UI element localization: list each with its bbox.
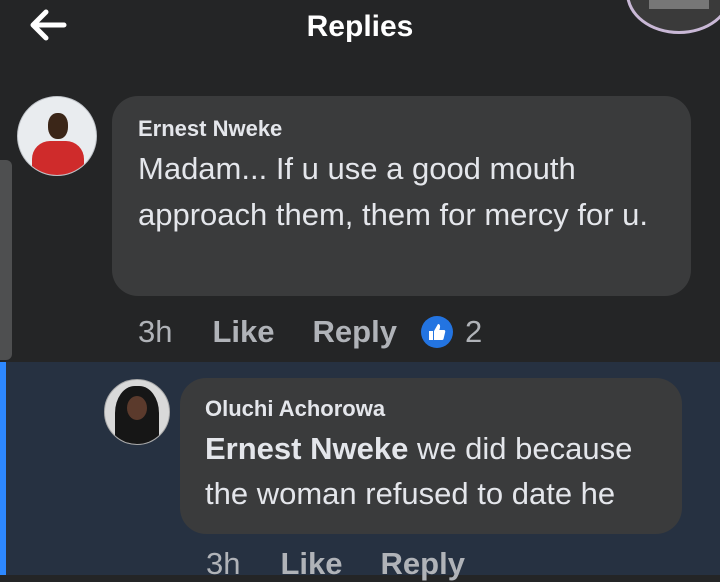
like-button[interactable]: Like [280, 546, 342, 582]
scroll-indicator [0, 160, 12, 360]
top-bar: Replies [0, 0, 720, 62]
like-button[interactable]: Like [212, 314, 274, 350]
page-title: Replies [306, 10, 414, 43]
comment-bubble[interactable]: Ernest Nweke Madam... If u use a good mo… [112, 96, 691, 296]
mention-link[interactable]: Ernest Nweke [205, 431, 408, 466]
reply-text: Ernest Nweke we did because the woman re… [205, 426, 657, 516]
reply-author[interactable]: Oluchi Achorowa [205, 396, 657, 422]
highlight-accent-bar [0, 362, 6, 575]
comment-timestamp: 3h [138, 314, 173, 349]
avatar[interactable] [104, 379, 170, 445]
reply-timestamp: 3h [206, 546, 241, 581]
reply-button[interactable]: Reply [381, 546, 465, 582]
reply-button[interactable]: Reply [313, 314, 397, 350]
reaction-count[interactable]: 2 [465, 314, 482, 350]
comment-author[interactable]: Ernest Nweke [138, 116, 665, 142]
avatar[interactable] [17, 96, 97, 176]
reply-actions: 3h Like Reply [206, 546, 465, 582]
comment-actions: 3h Like Reply 2 [138, 310, 482, 354]
reply-bubble[interactable]: Oluchi Achorowa Ernest Nweke we did beca… [180, 378, 682, 534]
comment-text: Madam... If u use a good mouth approach … [138, 151, 648, 232]
thumbs-up-icon[interactable] [420, 316, 453, 348]
